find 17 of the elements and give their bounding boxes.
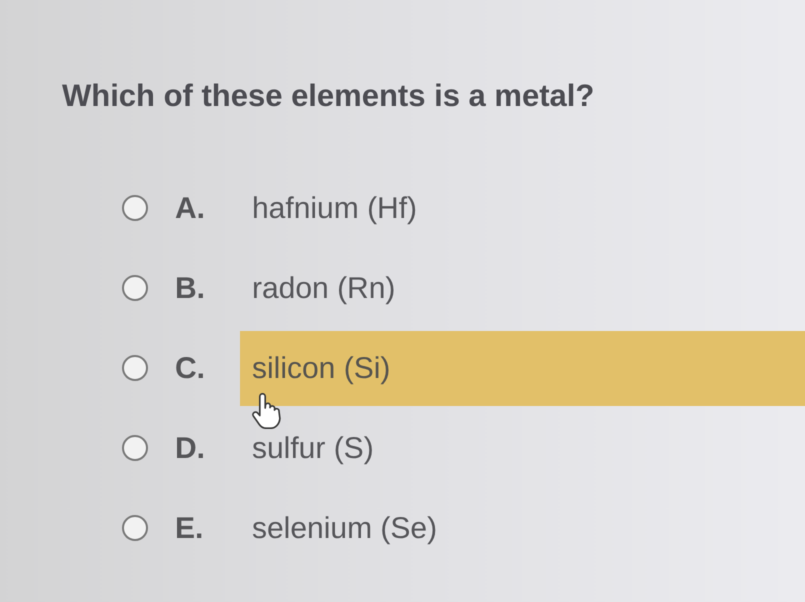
radio-button[interactable] [122,275,148,301]
hand-cursor-icon [252,393,282,429]
option-label[interactable]: silicon (Si) [240,330,805,406]
question-text: Which of these elements is a metal? [62,77,594,114]
option-letter: E. [175,512,204,544]
option-label[interactable]: sulfur (S) [240,410,386,486]
option-label[interactable]: hafnium (Hf) [240,170,430,246]
option-label[interactable]: radon (Rn) [240,250,408,326]
radio-button[interactable] [122,435,148,461]
radio-button[interactable] [122,355,148,381]
option-letter: C. [175,352,205,384]
option-letter: D. [175,432,205,464]
option-letter: A. [175,192,205,224]
radio-button[interactable] [122,515,148,541]
radio-button[interactable] [122,195,148,221]
option-letter: B. [175,272,205,304]
option-label[interactable]: selenium (Se) [240,490,450,566]
